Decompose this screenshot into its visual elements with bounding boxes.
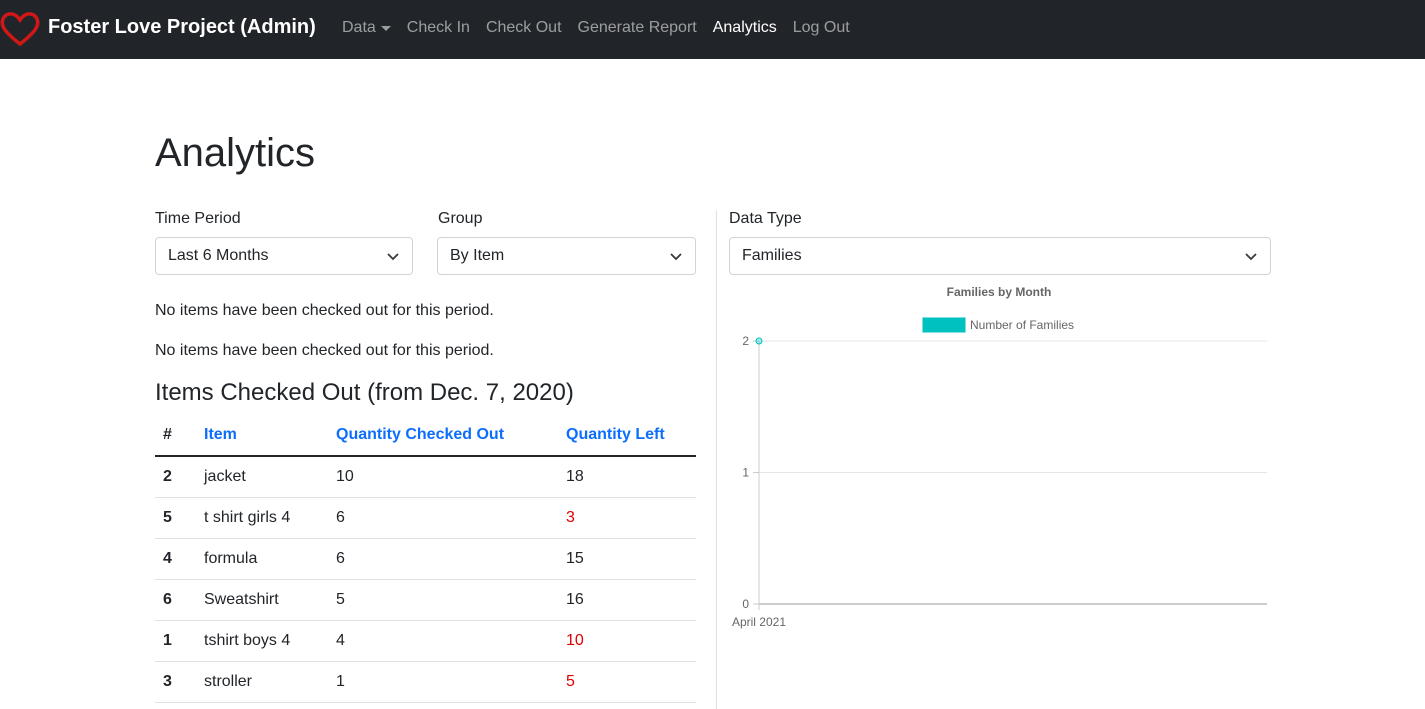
data-type-select[interactable]: Families	[729, 237, 1271, 275]
row-quantity-left: 5	[558, 661, 696, 703]
row-quantity-checked-out: 6	[328, 538, 558, 580]
y-tick-label: 1	[742, 466, 749, 480]
y-tick-label: 0	[742, 597, 749, 611]
col-number: #	[155, 415, 196, 457]
items-table: # Item Quantity Checked Out Quantity Lef…	[155, 415, 696, 703]
table-row: 4 formula 6 15	[155, 538, 696, 580]
column-divider	[716, 210, 717, 709]
chevron-down-icon	[387, 253, 399, 261]
row-number: 3	[155, 661, 196, 703]
group-value: By Item	[450, 247, 505, 264]
empty-message: No items have been checked out for this …	[155, 342, 494, 359]
heart-logo-icon[interactable]	[0, 11, 40, 47]
col-quantity-left-sort[interactable]: Quantity Left	[558, 415, 696, 457]
row-quantity-left: 10	[558, 620, 696, 662]
caret-down-icon	[380, 25, 391, 31]
brand-title[interactable]: Foster Love Project (Admin)	[48, 16, 316, 39]
row-number: 2	[155, 456, 196, 498]
row-quantity-checked-out: 10	[328, 456, 558, 498]
row-quantity-checked-out: 4	[328, 620, 558, 662]
row-quantity-checked-out: 5	[328, 579, 558, 621]
table-header-row: # Item Quantity Checked Out Quantity Lef…	[155, 415, 696, 457]
nav-data-label: Data	[342, 19, 376, 36]
page-title: Analytics	[155, 131, 316, 175]
col-item-sort[interactable]: Item	[196, 415, 328, 457]
chart-title: Families by Month	[947, 285, 1052, 299]
table-row: 1 tshirt boys 4 4 10	[155, 620, 696, 662]
nav-log-out[interactable]: Log Out	[793, 19, 850, 37]
row-number: 4	[155, 538, 196, 580]
row-quantity-left: 16	[558, 579, 696, 621]
chevron-down-icon	[1245, 253, 1257, 261]
row-quantity-checked-out: 1	[328, 661, 558, 703]
row-item-name: tshirt boys 4	[196, 620, 328, 662]
nav-links: Data Check In Check Out Generate Report …	[342, 19, 866, 37]
table-row: 3 stroller 1 5	[155, 661, 696, 703]
row-quantity-left: 15	[558, 538, 696, 580]
legend-label: Number of Families	[970, 318, 1074, 332]
row-quantity-checked-out: 6	[328, 497, 558, 539]
col-quantity-checked-out-sort[interactable]: Quantity Checked Out	[328, 415, 558, 457]
top-navbar: Foster Love Project (Admin) Data Check I…	[0, 0, 1425, 59]
row-quantity-left: 18	[558, 456, 696, 498]
data-type-label: Data Type	[729, 210, 802, 227]
table-row: 2 jacket 10 18	[155, 456, 696, 498]
y-tick-label: 2	[742, 334, 749, 348]
group-label: Group	[438, 210, 483, 227]
row-item-name: t shirt girls 4	[196, 497, 328, 539]
table-row: 5t shirt girls 463	[155, 497, 696, 539]
row-number: 6	[155, 579, 196, 621]
data-type-value: Families	[742, 247, 802, 264]
table-row: 6 Sweatshirt 5 16	[155, 579, 696, 621]
chevron-down-icon	[670, 253, 682, 261]
x-tick-label: April 2021	[732, 615, 786, 629]
empty-message: No items have been checked out for this …	[155, 302, 494, 319]
group-select[interactable]: By Item	[437, 237, 696, 275]
nav-check-in[interactable]: Check In	[407, 19, 470, 37]
row-item-name: jacket	[196, 456, 328, 498]
row-number: 5	[155, 497, 196, 539]
nav-check-out[interactable]: Check Out	[486, 19, 562, 37]
row-item-name: Sweatshirt	[196, 579, 328, 621]
row-item-name: stroller	[196, 661, 328, 703]
nav-generate-report[interactable]: Generate Report	[578, 19, 697, 37]
time-period-select[interactable]: Last 6 Months	[155, 237, 413, 275]
table-body: 2 jacket 10 18 5 t shirt girls 4 6 3 4 formula 6 15…	[155, 456, 696, 703]
legend-swatch	[922, 317, 966, 333]
time-period-value: Last 6 Months	[168, 247, 269, 264]
row-item-name: formula	[196, 538, 328, 580]
nav-data-dropdown[interactable]: Data	[342, 19, 391, 37]
nav-analytics[interactable]: Analytics	[713, 19, 777, 37]
families-by-month-chart: Families by Month Number of Families 0 1 2 Ap…	[732, 285, 1267, 629]
items-checked-out-title: Items Checked Out (from Dec. 7, 2020)	[155, 379, 574, 406]
time-period-label: Time Period	[155, 210, 241, 227]
data-point	[755, 337, 763, 345]
row-quantity-left: 3	[558, 497, 696, 539]
row-number: 1	[155, 620, 196, 662]
